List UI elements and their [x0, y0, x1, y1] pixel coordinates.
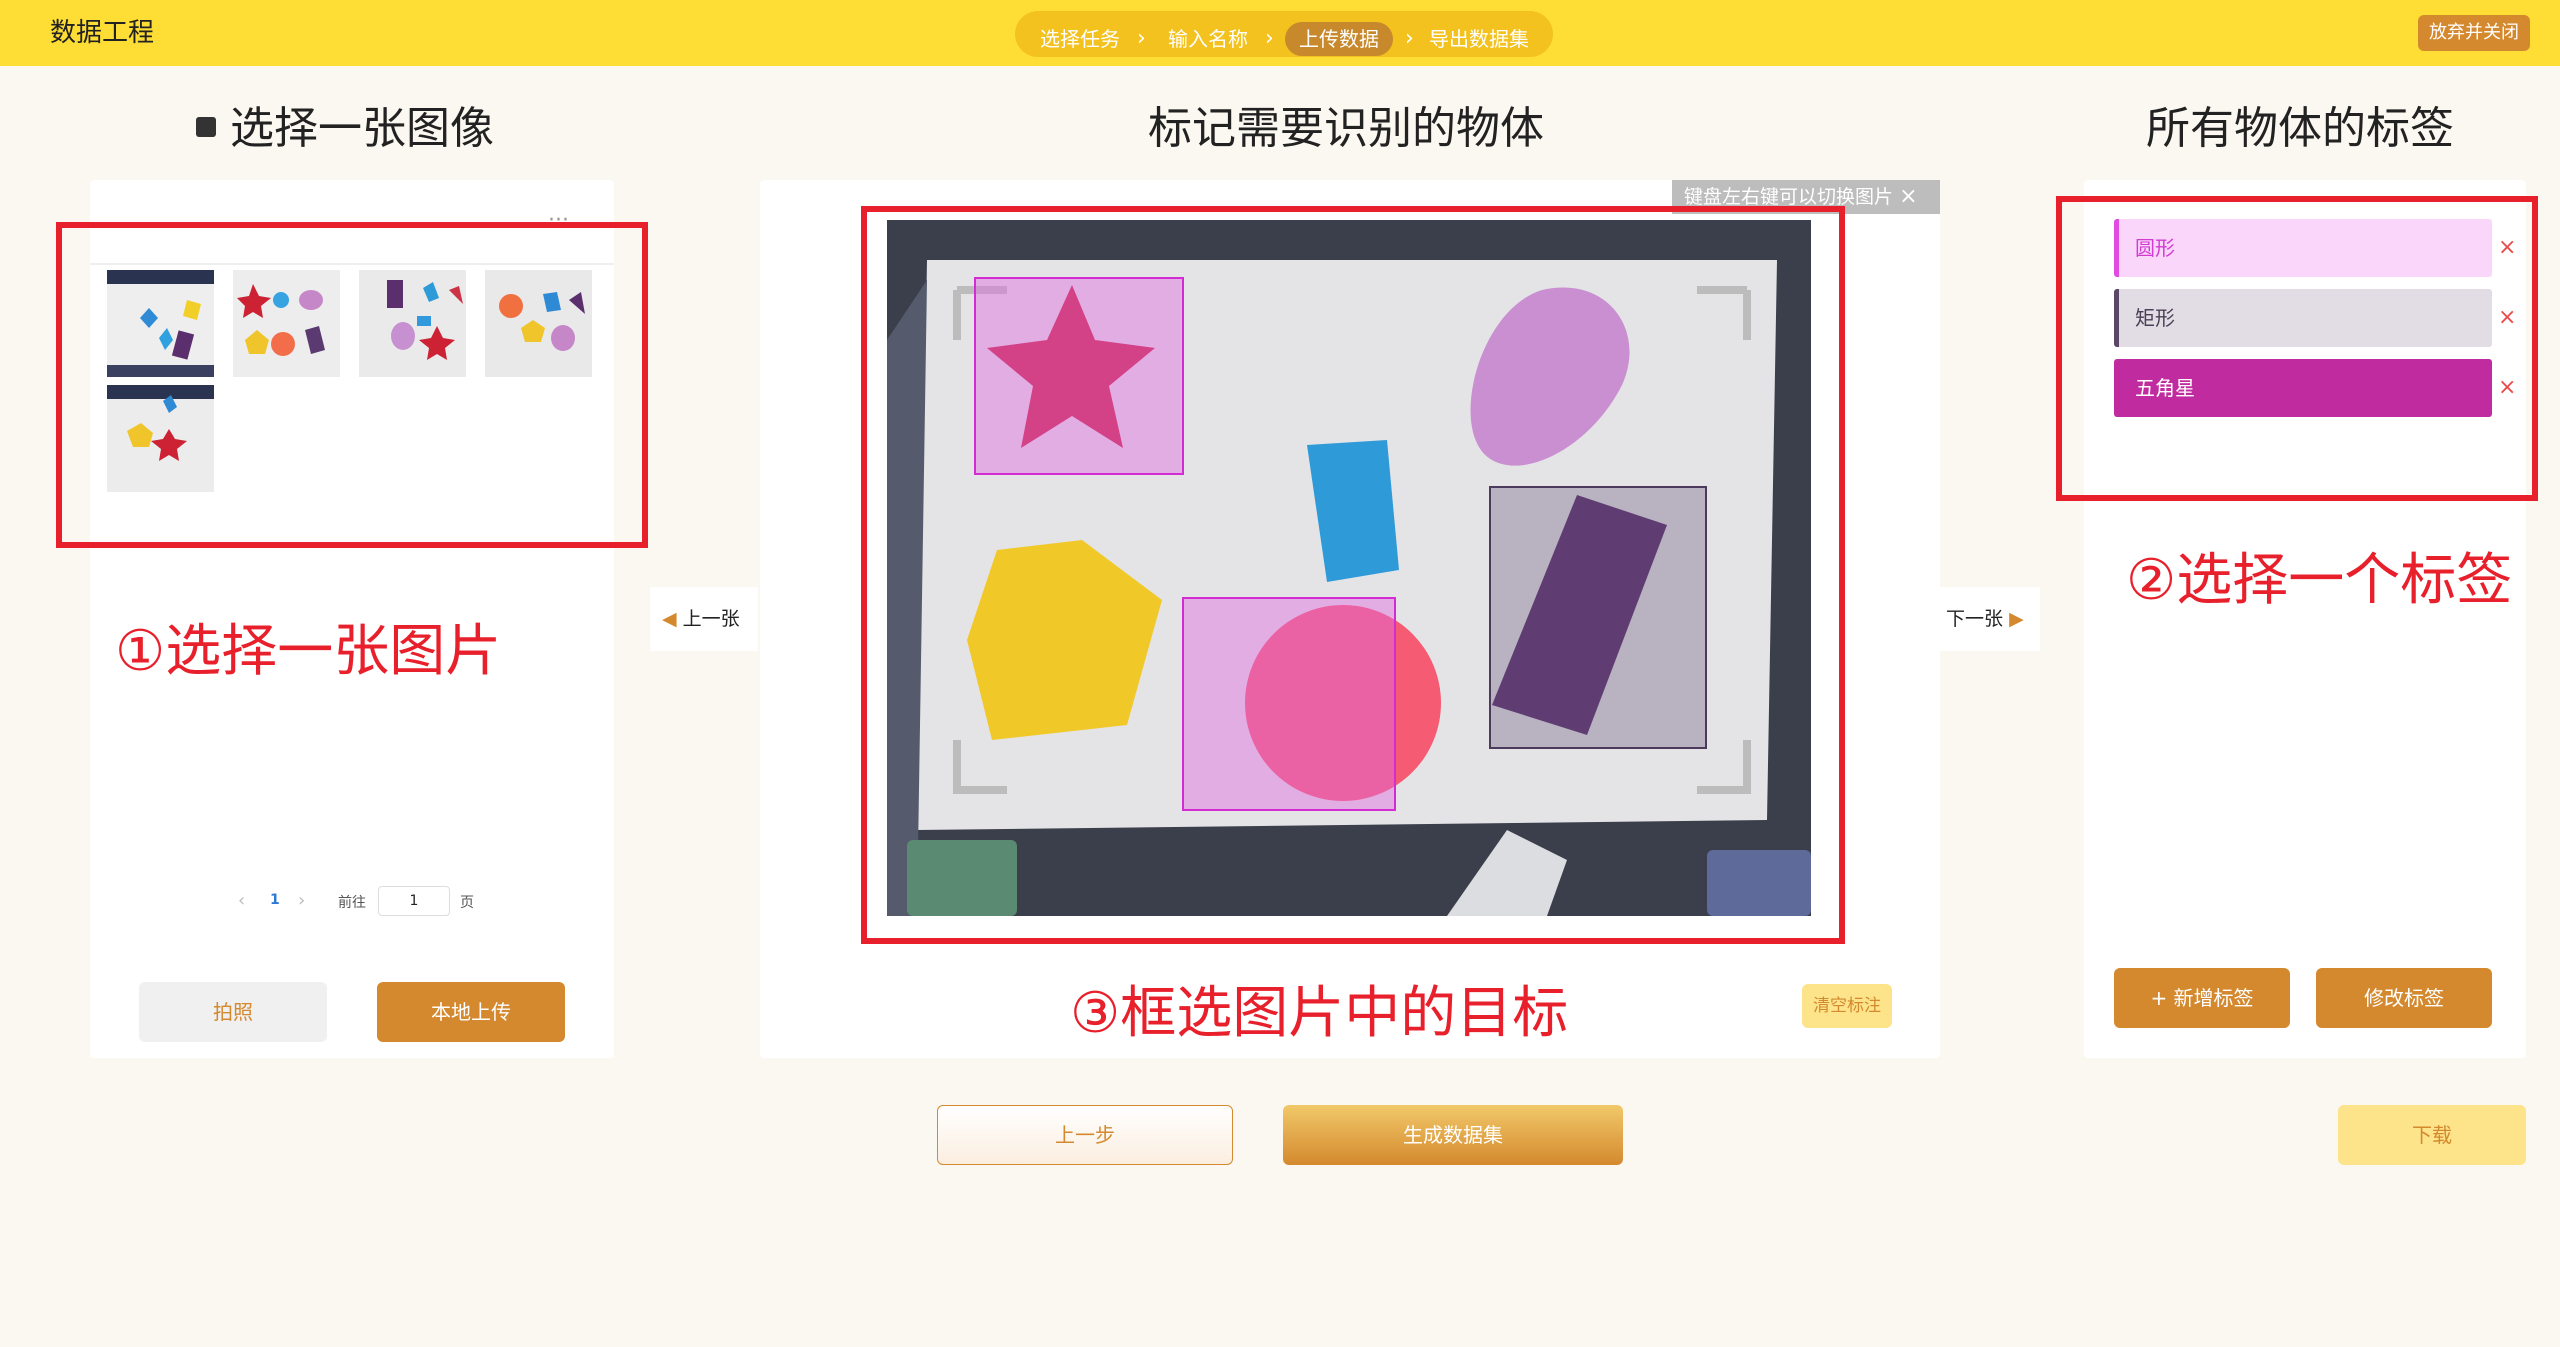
- step-select-task[interactable]: 选择任务: [1040, 22, 1120, 56]
- center-section-title: 标记需要识别的物体: [1148, 103, 1544, 154]
- app-title: 数据工程: [50, 18, 155, 48]
- step2-annotation: ②选择一个标签: [2126, 548, 2513, 613]
- edit-tag-button[interactable]: 修改标签: [2316, 968, 2492, 1028]
- previous-step-button[interactable]: 上一步: [937, 1105, 1233, 1165]
- page-next-button[interactable]: ›: [298, 890, 305, 911]
- chevron-right-icon: ›: [1265, 26, 1274, 51]
- highlight-box: [2056, 196, 2538, 501]
- triangle-right-icon: ▶: [2009, 608, 2024, 630]
- highlight-box: [861, 206, 1845, 944]
- keyboard-hint-text: 键盘左右键可以切换图片: [1684, 186, 1894, 208]
- right-section-title: 所有物体的标签: [2146, 103, 2454, 154]
- local-upload-button[interactable]: 本地上传: [377, 982, 565, 1042]
- image-icon: [196, 117, 216, 137]
- triangle-left-icon: ◀: [662, 608, 677, 630]
- take-photo-button[interactable]: 拍照: [139, 982, 327, 1042]
- next-image-button[interactable]: 下一张 ▶: [1940, 587, 2040, 651]
- generate-dataset-button[interactable]: 生成数据集: [1283, 1105, 1623, 1165]
- clear-annotations-button[interactable]: 清空标注: [1802, 984, 1892, 1028]
- step3-annotation: ③框选图片中的目标: [1070, 981, 1569, 1046]
- step1-annotation: ①选择一张图片: [115, 619, 502, 684]
- step-progress: 选择任务 › 输入名称 › 上传数据 › 导出数据集: [1015, 11, 1553, 57]
- left-section-title: 选择一张图像: [230, 103, 494, 154]
- prev-image-label: 上一张: [682, 608, 740, 630]
- page-current[interactable]: 1: [270, 892, 280, 908]
- step-input-name[interactable]: 输入名称: [1168, 22, 1248, 56]
- download-button[interactable]: 下载: [2338, 1105, 2526, 1165]
- chevron-right-icon: ›: [1405, 26, 1414, 51]
- close-icon[interactable]: ×: [1899, 184, 1917, 209]
- left-section-header: 选择一张图像: [196, 96, 494, 162]
- step-upload-data[interactable]: 上传数据: [1285, 22, 1393, 56]
- prev-image-button[interactable]: ◀ 上一张: [650, 587, 758, 651]
- step-export-dataset[interactable]: 导出数据集: [1429, 22, 1529, 56]
- goto-page-input[interactable]: 1: [378, 886, 450, 916]
- page-unit-label: 页: [460, 895, 474, 911]
- discard-close-button[interactable]: 放弃并关闭: [2418, 15, 2530, 51]
- highlight-box: [56, 222, 648, 548]
- page-prev-button[interactable]: ‹: [238, 890, 245, 911]
- add-tag-button[interactable]: + 新增标签: [2114, 968, 2290, 1028]
- chevron-right-icon: ›: [1137, 26, 1146, 51]
- next-image-label: 下一张: [1946, 608, 2004, 630]
- goto-label: 前往: [338, 895, 366, 911]
